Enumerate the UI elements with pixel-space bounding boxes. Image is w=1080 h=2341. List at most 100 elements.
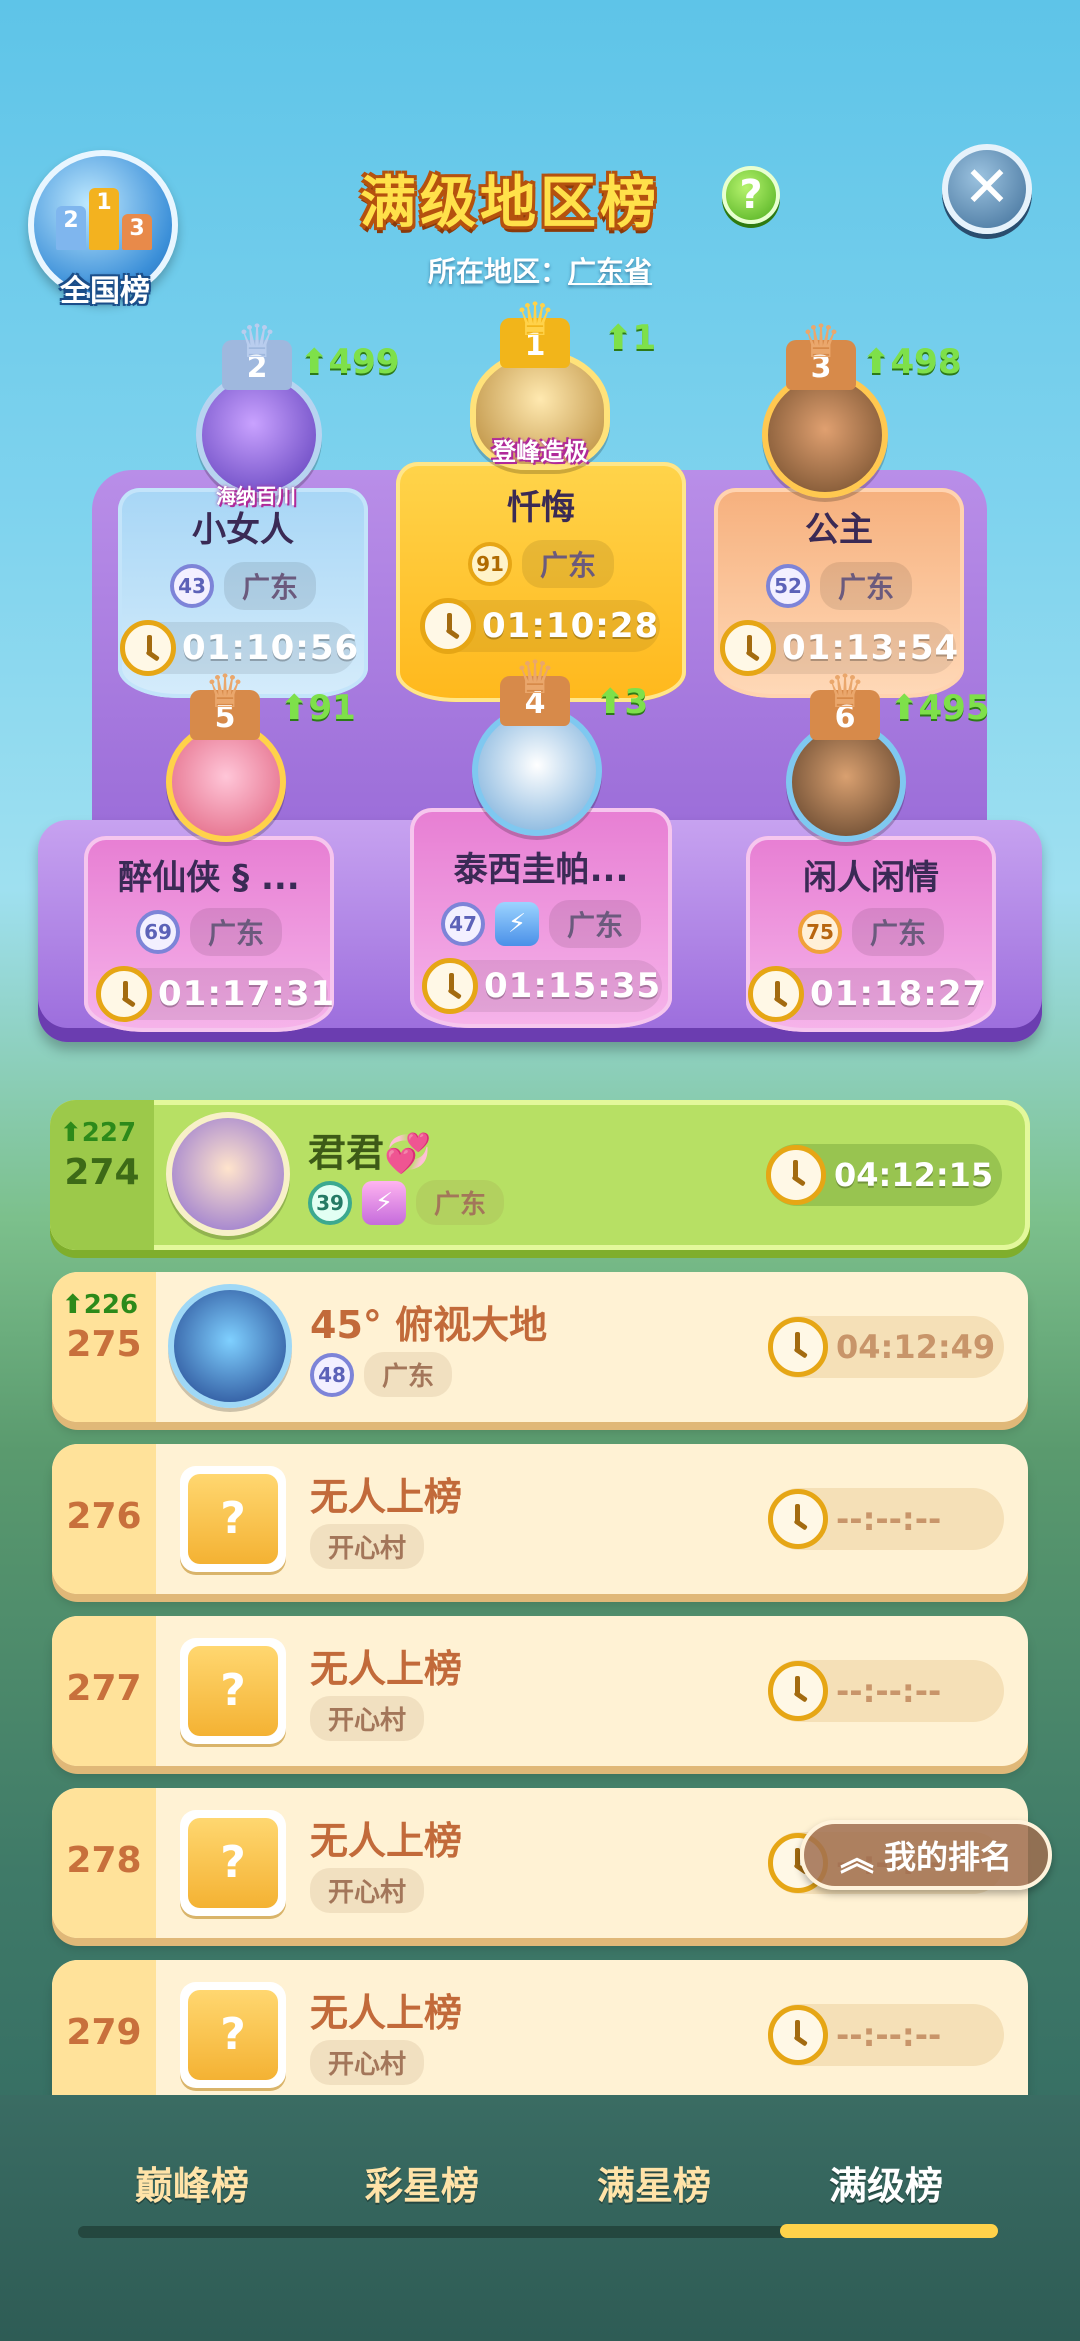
title-badge: 登峰造极 [492,438,588,466]
crown-icon: 1 [500,296,570,368]
clock-icon [766,1145,826,1205]
player-name: 闲人闲情 [803,858,939,898]
question-cat-icon: ? [188,1646,278,1736]
placeholder-avatar: ? [180,1982,286,2088]
player-info: 91 广东 [396,540,686,588]
rank-up-indicator: ⬆226 [62,1290,139,1320]
level-badge: 39 [308,1180,352,1225]
clear-time: 04:12:15 [834,1156,994,1194]
rank-up-indicator: ⬆499 [300,342,400,382]
clear-time: 01:13:54 [782,628,960,668]
clear-time: --:--:-- [836,1672,942,1710]
active-tab-indicator [780,2224,998,2238]
help-icon[interactable]: ? [722,166,780,224]
rank-up-indicator: ⬆1 [604,318,657,358]
avatar [168,1284,292,1408]
player-info: 75 广东 [746,908,996,956]
clear-time: 01:10:56 [182,628,360,668]
time-display: --:--:-- [768,1660,1004,1722]
my-rank-label: 我的排名 [883,1838,1012,1876]
level-badge: 69 [135,910,180,954]
my-rank-row[interactable]: ⬆227 274 君君💞 39 ⚡ 广东 04:12:15 [50,1100,1030,1250]
time-display: --:--:-- [768,2004,1004,2066]
tab-full-level[interactable]: 满级榜 [786,2155,986,2210]
time-display: 04:12:15 [766,1144,1002,1206]
region-tag: 开心村 [310,1524,425,1569]
region-prefix: 所在地区： [427,255,568,288]
tab-full-star[interactable]: 满星榜 [554,2155,754,2210]
rank-column: ⬆227 274 [50,1100,154,1250]
rank-number: 278 [66,1840,142,1881]
region-tag: 广东 [819,562,912,610]
player-info: 开心村 [310,2040,425,2085]
bolt-icon: ⚡ [362,1180,406,1225]
region-tag: 广东 [548,900,641,948]
rank-column: ⬆226 275 [52,1272,156,1422]
question-cat-icon: ? [188,1818,278,1908]
bottom-tab-bar [0,2095,1080,2341]
clear-time: 01:18:27 [810,974,988,1014]
player-info: 47 ⚡ 广东 [410,900,672,948]
player-info: 39 ⚡ 广东 [308,1180,505,1225]
crown-icon: 4 [500,654,570,726]
my-rank-button[interactable]: ︽ 我的排名 [800,1820,1052,1890]
table-row[interactable]: 276 ? 无人上榜 开心村 --:--:-- [52,1444,1028,1594]
player-info: 开心村 [310,1868,425,1913]
player-name: 忏悔 [507,488,575,528]
time-display: 04:12:49 [768,1316,1004,1378]
time-display: 01:10:28 [420,598,660,654]
placeholder-avatar: ? [180,1810,286,1916]
avatar [762,372,888,498]
player-name: 45° 俯视大地 [310,1303,548,1347]
level-badge: 75 [797,910,842,954]
rank-up-indicator: ⬆3 [596,682,649,722]
player-name: 小女人 [192,510,294,550]
rank-number: 277 [66,1668,142,1709]
rank-column: 277 [52,1616,156,1766]
region-tag: 开心村 [310,2040,425,2085]
level-badge: 43 [169,564,214,608]
tab-peak[interactable]: 巅峰榜 [92,2155,292,2210]
region-tag: 广东 [223,562,316,610]
table-row[interactable]: ⬆226 275 45° 俯视大地 48 广东 04:12:49 [52,1272,1028,1422]
clear-time: 01:15:35 [484,966,662,1006]
question-cat-icon: ? [188,1474,278,1564]
clock-icon [120,620,176,676]
time-display: 01:17:31 [96,966,334,1022]
rank-up-indicator: ⬆227 [60,1118,137,1148]
clear-time: 01:10:28 [482,606,660,646]
question-cat-icon: ? [188,1990,278,2080]
level-badge: 52 [765,564,810,608]
clear-time: --:--:-- [836,1500,942,1538]
clock-icon [768,2005,828,2065]
national-rank-label: 全国榜 [60,274,150,309]
region-link[interactable]: 广东省 [568,255,652,288]
crown-icon: 5 [190,668,260,740]
rank-number: 275 [66,1324,142,1365]
clock-icon [748,966,804,1022]
crown-icon: 6 [810,668,880,740]
clock-icon [420,598,476,654]
player-name: 无人上榜 [310,1819,463,1863]
tab-color-star[interactable]: 彩星榜 [322,2155,522,2210]
close-button[interactable]: ✕ [942,144,1032,234]
time-display: --:--:-- [768,1488,1004,1550]
clock-icon [768,1489,828,1549]
clock-icon [96,966,152,1022]
region-label: 所在地区：广东省 [380,250,700,290]
table-row[interactable]: 279 ? 无人上榜 开心村 --:--:-- [52,1960,1028,2096]
rank-column: 278 [52,1788,156,1938]
region-tag: 广东 [364,1352,453,1397]
time-display: 01:15:35 [422,958,662,1014]
rank-column: 279 [52,1960,156,2096]
region-tag: 广东 [521,540,614,588]
rank-up-indicator: ⬆498 [862,342,962,382]
clear-time: 01:17:31 [158,974,336,1014]
player-name: 无人上榜 [310,1991,463,2035]
player-name: 醉仙侠 § ... [118,858,300,898]
table-row[interactable]: 277 ? 无人上榜 开心村 --:--:-- [52,1616,1028,1766]
level-badge: 48 [310,1352,354,1397]
player-info: 48 广东 [310,1352,453,1397]
player-name: 无人上榜 [310,1647,463,1691]
rank-number: 276 [66,1496,142,1537]
